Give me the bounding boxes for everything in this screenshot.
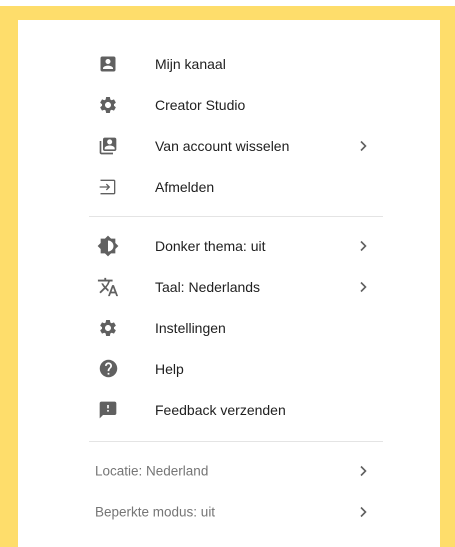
- gear-icon: [97, 94, 119, 116]
- help-icon: [97, 358, 119, 380]
- menu-item-label: Locatie: Nederland: [95, 463, 209, 478]
- menu-item-restricted-mode[interactable]: Beperkte modus: uit: [18, 491, 440, 532]
- menu-item-dark-theme[interactable]: Donker thema: uit: [18, 225, 440, 266]
- menu-item-my-channel[interactable]: Mijn kanaal: [18, 43, 440, 84]
- menu-item-location[interactable]: Locatie: Nederland: [18, 450, 440, 491]
- menu-item-label: Beperkte modus: uit: [95, 504, 216, 519]
- section-divider: [89, 441, 383, 442]
- chevron-right-icon: [356, 505, 370, 519]
- chevron-right-icon: [356, 464, 370, 478]
- menu-item-label: Help: [155, 360, 184, 377]
- translate-icon: [97, 276, 119, 298]
- menu-item-help[interactable]: Help: [18, 348, 440, 389]
- menu-item-label: Van account wisselen: [155, 137, 290, 154]
- frame-top-border: [0, 6, 455, 20]
- menu-item-label: Feedback verzenden: [155, 401, 286, 418]
- menu-item-label: Creator Studio: [155, 96, 246, 113]
- menu-item-sign-out[interactable]: Afmelden: [18, 166, 440, 207]
- frame-right-border: [440, 6, 455, 547]
- menu-item-label: Taal: Nederlands: [155, 278, 261, 295]
- dark-theme-icon: [97, 235, 119, 257]
- menu-item-label: Donker thema: uit: [155, 237, 266, 254]
- account-menu: Mijn kanaal Creator Studio Van account w…: [18, 20, 440, 547]
- chevron-right-icon: [356, 280, 370, 294]
- menu-item-switch-account[interactable]: Van account wisselen: [18, 125, 440, 166]
- sign-out-icon: [97, 176, 119, 198]
- frame-left-border: [0, 6, 18, 547]
- menu-item-label: Afmelden: [155, 178, 215, 195]
- menu-item-language[interactable]: Taal: Nederlands: [18, 266, 440, 307]
- section-divider: [89, 216, 383, 217]
- menu-item-send-feedback[interactable]: Feedback verzenden: [18, 389, 440, 430]
- menu-item-label: Instellingen: [155, 319, 226, 336]
- chevron-right-icon: [356, 139, 370, 153]
- menu-item-settings[interactable]: Instellingen: [18, 307, 440, 348]
- gear-icon: [97, 317, 119, 339]
- account-box-icon: [97, 53, 119, 75]
- switch-account-icon: [97, 135, 119, 157]
- feedback-icon: [97, 399, 119, 421]
- menu-item-creator-studio[interactable]: Creator Studio: [18, 84, 440, 125]
- menu-item-label: Mijn kanaal: [155, 55, 226, 72]
- chevron-right-icon: [356, 239, 370, 253]
